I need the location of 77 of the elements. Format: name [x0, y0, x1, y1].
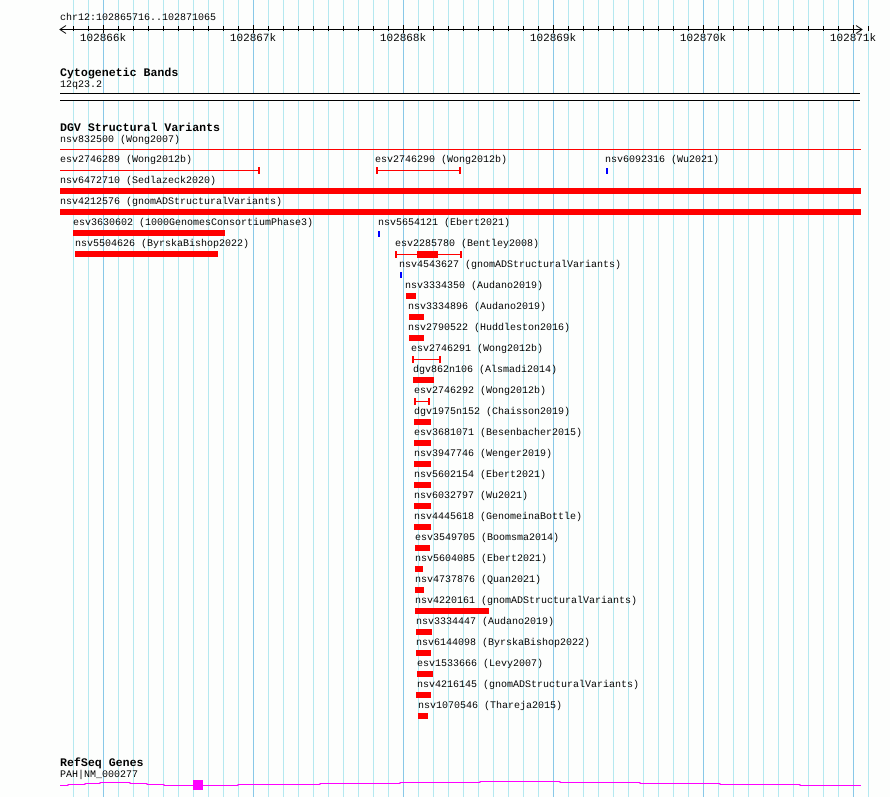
variant-bar[interactable] [415, 587, 424, 593]
variant-bar[interactable] [414, 482, 431, 488]
variant-bar[interactable] [416, 650, 431, 656]
variant-bar[interactable] [415, 545, 430, 551]
gene-model-drawing[interactable] [60, 780, 862, 790]
variant-marker[interactable] [400, 272, 402, 278]
variant-label: esv2285780 (Bentley2008) [395, 239, 540, 251]
variant-label: nsv5654121 (Ebert2021) [378, 218, 510, 230]
variant-label: nsv4737876 (Quan2021) [415, 575, 542, 587]
variant-label: esv2746290 (Wong2012b) [375, 155, 508, 167]
variant-bar[interactable] [415, 566, 423, 572]
track-title: DGV Structural Variants [60, 122, 220, 135]
variant-label: esv3549705 (Boomsma2014) [415, 533, 560, 545]
variant-bar[interactable] [409, 314, 424, 320]
variant-label: nsv3334447 (Audano2019) [416, 617, 554, 629]
variant-label: nsv6032797 (Wu2021) [414, 491, 528, 503]
variant-bar[interactable] [417, 671, 433, 677]
ruler-tick-label: 102869k [530, 33, 576, 46]
variant-span[interactable] [395, 251, 462, 258]
variant-label: nsv6472710 (Sedlazeck2020) [60, 176, 216, 188]
variant-label: nsv4216145 (gnomADStructuralVariants) [417, 680, 640, 692]
variant-label: nsv5504626 (ByrskaBishop2022) [75, 239, 250, 251]
variant-span[interactable] [60, 167, 260, 174]
gene-label: PAH|NM_000277 [60, 770, 138, 782]
variant-label: esv3630602 (1000GenomesConsortiumPhase3) [73, 218, 314, 230]
variant-label: esv2746291 (Wong2012b) [411, 344, 544, 356]
track-title: Cytogenetic Bands [60, 67, 178, 80]
band-label: 12q23.2 [60, 80, 102, 92]
variant-label: nsv4220161 (gnomADStructuralVariants) [415, 596, 638, 608]
variant-bar[interactable] [414, 440, 431, 446]
variant-bar[interactable] [73, 230, 225, 236]
variant-bar[interactable] [416, 629, 432, 635]
ruler-tick-label: 102867k [230, 33, 276, 46]
variant-span[interactable] [412, 356, 441, 363]
variant-bar[interactable] [414, 524, 431, 530]
variant-label: nsv4543627 (gnomADStructuralVariants) [399, 260, 622, 272]
variant-bar[interactable] [414, 461, 431, 467]
variant-label: nsv6144098 (ByrskaBishop2022) [416, 638, 590, 650]
variant-marker[interactable] [378, 231, 380, 237]
location-label: chr12:102865716..102871065 [60, 13, 216, 25]
ruler-tick-label: 102870k [680, 33, 726, 46]
variant-label: nsv6092316 (Wu2021) [605, 155, 720, 167]
variant-label: dgv862n106 (Alsmadi2014) [413, 365, 558, 377]
variant-bar[interactable] [416, 692, 431, 698]
variant-label: nsv4445618 (GenomeinaBottle) [414, 512, 582, 524]
variant-marker[interactable] [606, 168, 608, 174]
variant-label: esv2746289 (Wong2012b) [60, 155, 192, 167]
track-title: RefSeq Genes [60, 757, 144, 770]
variant-label: nsv4212576 (gnomADStructuralVariants) [60, 197, 282, 209]
variant-label: esv1533666 (Levy2007) [417, 659, 544, 671]
variant-label: esv2746292 (Wong2012b) [414, 386, 546, 398]
variant-line[interactable] [60, 149, 861, 150]
variant-label: nsv3334350 (Audano2019) [405, 281, 544, 293]
variant-bar[interactable] [418, 713, 428, 719]
variant-bar[interactable] [413, 377, 434, 383]
variant-bar[interactable] [60, 209, 861, 215]
variant-span[interactable] [414, 398, 430, 405]
variant-label: nsv3947746 (Wenger2019) [414, 449, 552, 461]
variant-span[interactable] [376, 167, 461, 174]
variant-bar[interactable] [415, 608, 489, 614]
variant-label: nsv832500 (Wong2007) [60, 135, 180, 147]
variant-label: nsv2790522 (Huddleston2016) [408, 323, 570, 335]
variant-label: esv3681071 (Besenbacher2015) [414, 428, 582, 440]
variant-label: dgv1975n152 (Chaisson2019) [414, 407, 570, 419]
variant-bar[interactable] [409, 335, 424, 341]
ruler-tick-label: 102871k [830, 33, 876, 46]
variant-bar[interactable] [60, 188, 861, 194]
variant-label: nsv3334896 (Audano2019) [408, 302, 546, 314]
variant-label: nsv5604085 (Ebert2021) [415, 554, 548, 566]
variant-bar[interactable] [75, 251, 218, 257]
ruler-tick-label: 102868k [380, 33, 426, 46]
variant-bar[interactable] [406, 293, 416, 299]
variant-label: nsv1070546 (Thareja2015) [418, 701, 562, 713]
ruler-tick-label: 102866k [80, 33, 126, 46]
variant-label: nsv5602154 (Ebert2021) [414, 470, 546, 482]
variant-bar[interactable] [414, 419, 431, 425]
variant-bar[interactable] [414, 503, 431, 509]
